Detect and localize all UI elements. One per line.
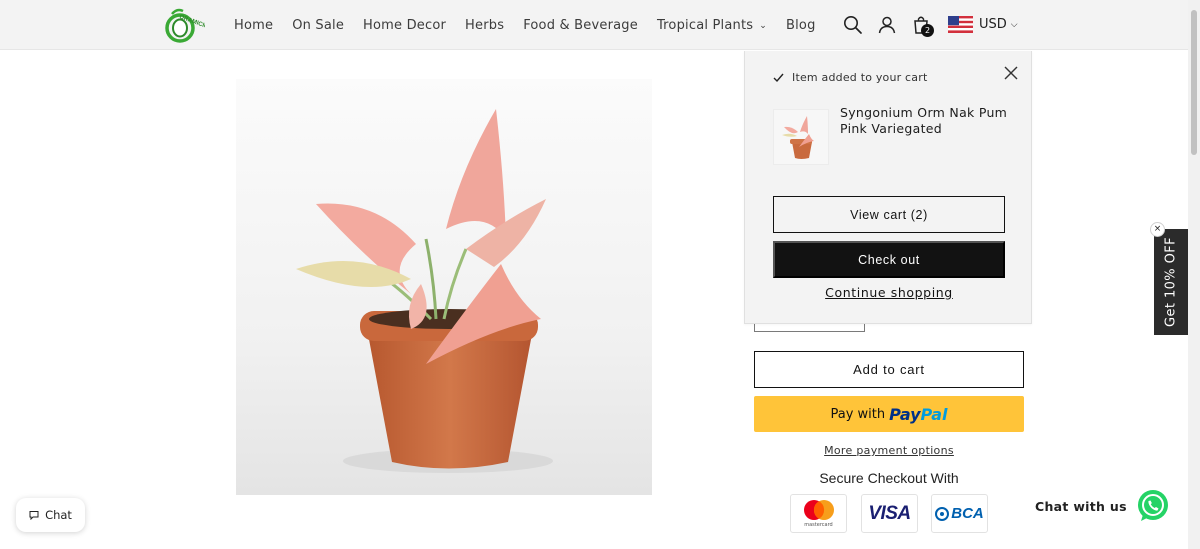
nav-herbs-label: Herbs [465, 17, 505, 33]
chat-bubble-icon [29, 511, 39, 520]
product-photo [236, 79, 652, 495]
continue-shopping-link[interactable]: Continue shopping [773, 285, 1005, 300]
view-cart-button[interactable]: View cart (2) [773, 196, 1005, 233]
nav-home-decor-label: Home Decor [363, 17, 447, 33]
nav-herbs[interactable]: Herbs [465, 18, 504, 33]
currency-selector[interactable]: USD ⌵ [948, 16, 1018, 33]
nav-home-label: Home [234, 17, 274, 33]
account-icon[interactable] [876, 14, 898, 36]
visa-label: VISA [868, 502, 911, 524]
nav-tropical-plants-label: Tropical Plants [656, 17, 754, 33]
cart-item-name[interactable]: Syngonium Orm Nak Pum Pink Variegated [840, 105, 1015, 137]
nav-on-sale-label: On Sale [292, 17, 345, 33]
add-to-cart-button[interactable]: Add to cart [754, 351, 1024, 388]
chat-button-label: Chat [45, 508, 72, 522]
mastercard-icon [803, 500, 834, 520]
nav-home[interactable]: Home [234, 18, 273, 33]
mastercard-label: mastercard [804, 522, 833, 528]
product-image[interactable] [236, 79, 652, 495]
nav-food-beverage[interactable]: Food & Beverage [523, 18, 638, 33]
whatsapp-label: Chat with us [1035, 499, 1127, 514]
currency-label: USD [979, 17, 1007, 32]
cart-notification: Item added to your cart Syngonium Orm Na… [744, 51, 1032, 324]
paypal-brand-2: Pal [920, 404, 948, 424]
cart-notification-heading: Item added to your cart [773, 71, 927, 84]
bca-label-wrap: BCA [935, 505, 984, 522]
cart-item-thumbnail [773, 109, 829, 165]
us-flag-icon [948, 16, 973, 33]
secure-checkout-title: Secure Checkout With [819, 470, 959, 486]
nav-blog[interactable]: Blog [786, 18, 816, 33]
paypal-button[interactable]: Pay with PayPal [754, 396, 1024, 432]
chevron-down-icon: ⌵ [1010, 19, 1018, 30]
cart-count-badge: 2 [921, 24, 934, 37]
paypal-logo: PayPal [889, 405, 947, 424]
site-header: ORAMICIN Home On Sale Home Decor Herbs F… [0, 0, 1188, 50]
discount-tab-label: Get 10% OFF [1163, 237, 1179, 327]
visa-logo: VISA [861, 494, 918, 533]
more-payment-options-link[interactable]: More payment options [754, 444, 1024, 457]
close-icon[interactable] [1003, 65, 1019, 81]
cart-item-image [774, 110, 828, 164]
bca-label: BCA [951, 505, 984, 522]
cart-button[interactable]: 2 [911, 14, 934, 37]
paypal-prefix: Pay with [830, 406, 886, 422]
scrollbar-thumb[interactable] [1191, 10, 1197, 155]
chevron-down-icon: ⌄ [759, 21, 767, 31]
check-icon [773, 73, 784, 83]
checkout-button[interactable]: Check out [773, 241, 1005, 278]
nav-food-beverage-label: Food & Beverage [523, 17, 638, 33]
cart-notification-heading-text: Item added to your cart [792, 71, 928, 84]
nav-tropical-plants[interactable]: Tropical Plants ⌄ [657, 18, 767, 33]
brand-logo[interactable]: ORAMICIN [163, 6, 205, 44]
main-nav: Home On Sale Home Decor Herbs Food & Bev… [234, 0, 835, 50]
page-scrollbar[interactable] [1188, 0, 1200, 549]
whatsapp-icon[interactable] [1135, 488, 1171, 524]
chat-button[interactable]: Chat [16, 498, 85, 532]
mastercard-logo: mastercard [790, 494, 847, 533]
paypal-brand-1: Pay [889, 404, 921, 424]
bca-icon [935, 506, 950, 521]
bca-logo: BCA [931, 494, 988, 533]
nav-blog-label: Blog [785, 17, 816, 33]
nav-home-decor[interactable]: Home Decor [363, 18, 446, 33]
nav-on-sale[interactable]: On Sale [292, 18, 344, 33]
discount-close-button[interactable]: × [1150, 222, 1165, 237]
discount-tab[interactable]: Get 10% OFF [1154, 229, 1188, 335]
search-icon[interactable] [842, 14, 864, 36]
